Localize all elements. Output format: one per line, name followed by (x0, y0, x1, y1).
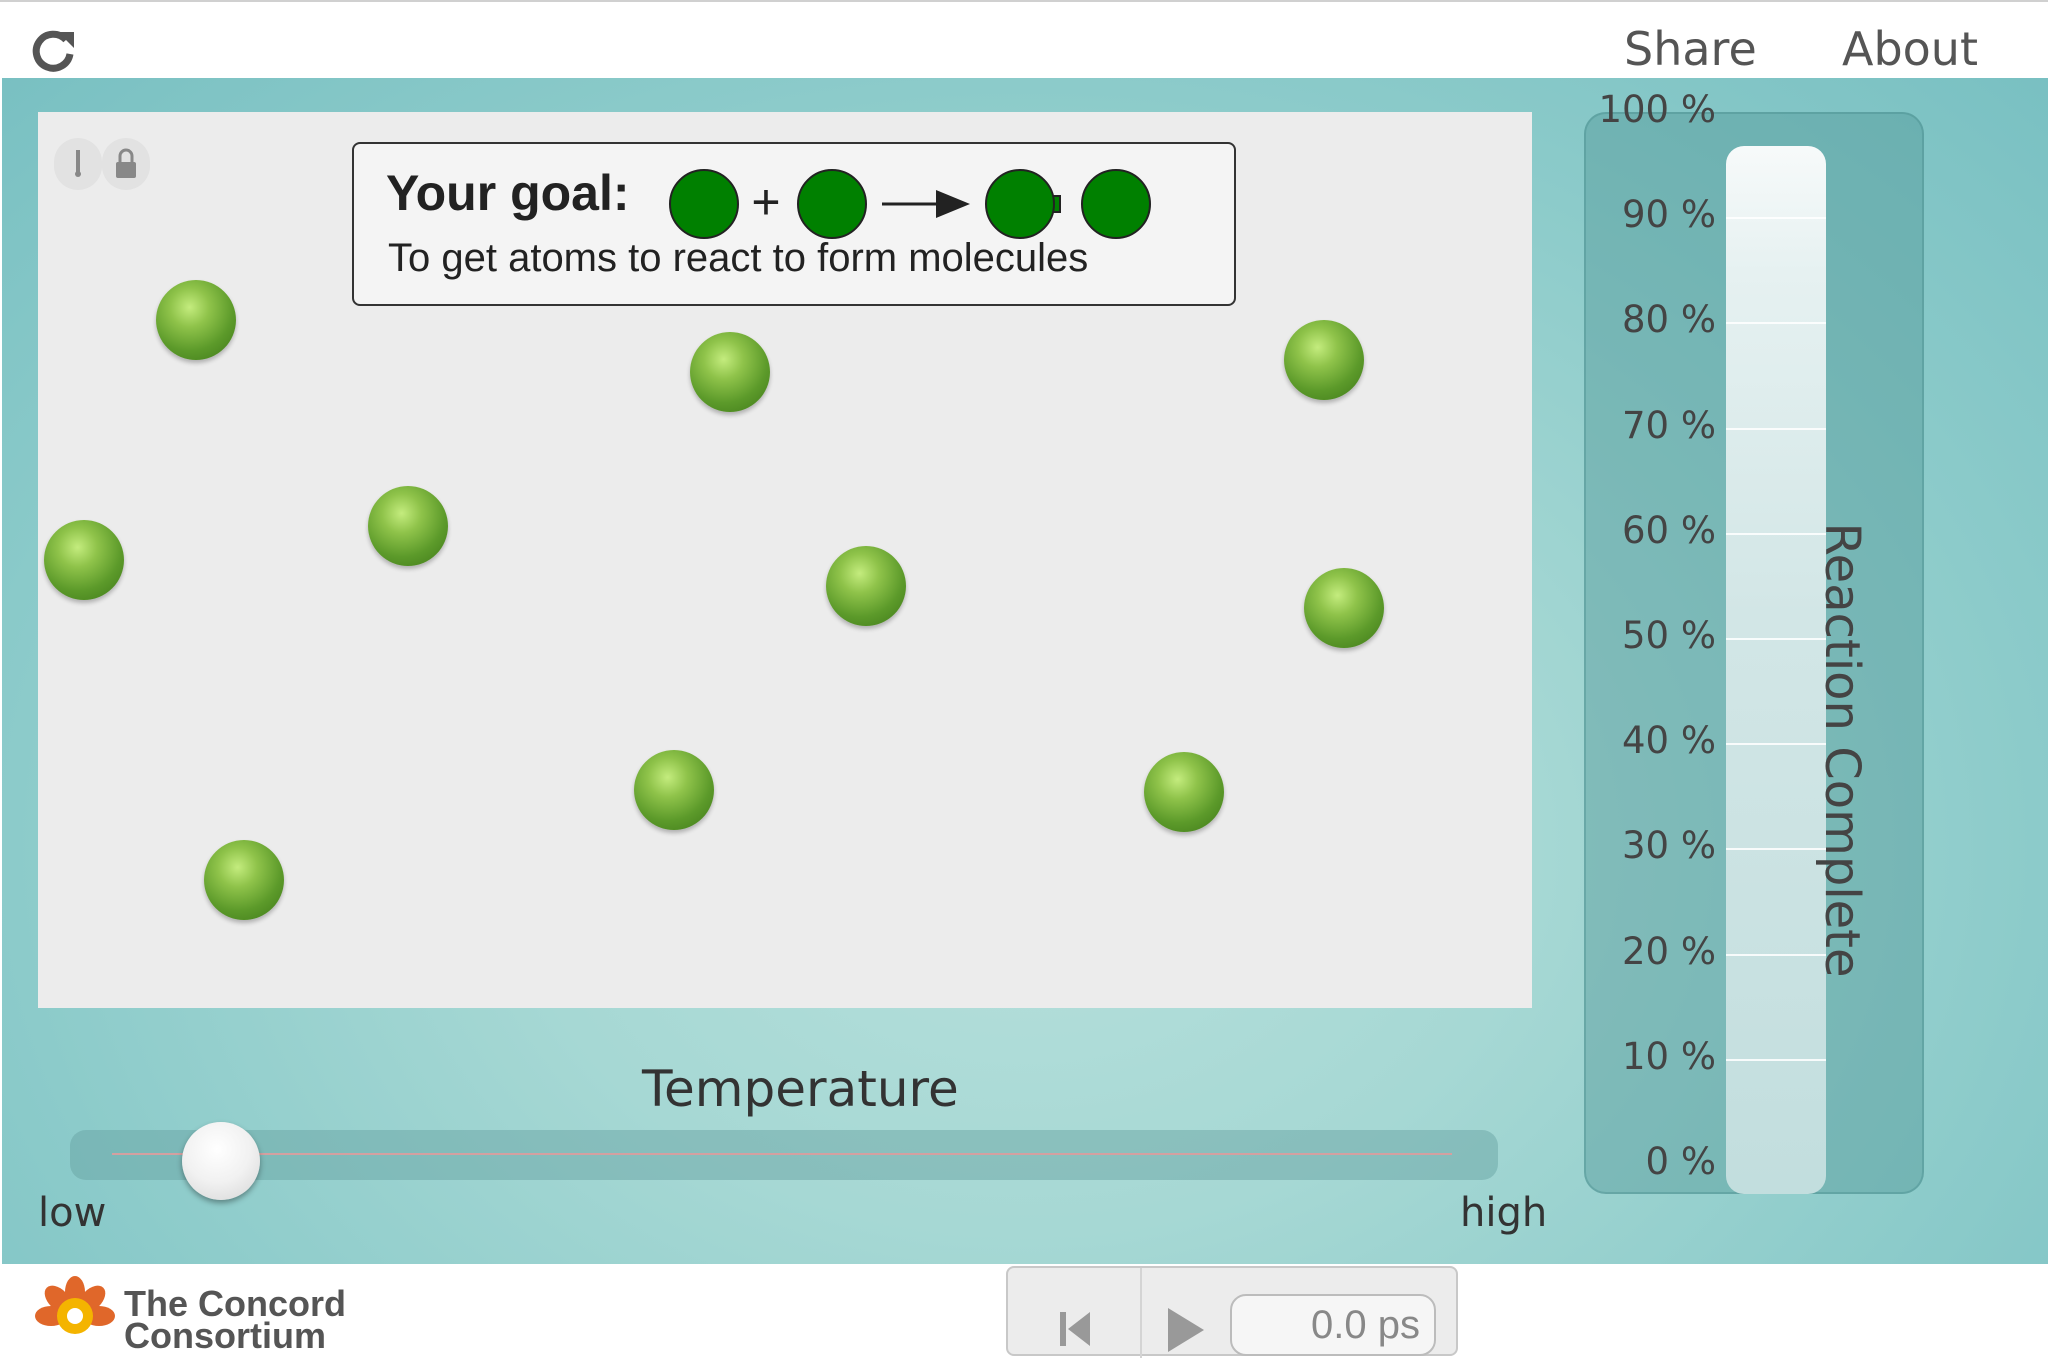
about-link[interactable]: About (1842, 22, 1978, 76)
atom[interactable] (690, 332, 770, 412)
goal-atom (797, 169, 867, 239)
temperature-slider-handle[interactable] (182, 1122, 260, 1200)
meter-tick-label: 30 % (1622, 824, 1716, 868)
goal-reaction-diagram: + (669, 169, 1151, 239)
reload-icon[interactable] (30, 26, 78, 74)
meter-tick-line (1726, 848, 1826, 851)
meter-tick-line (1726, 953, 1826, 956)
time-display: 0.0 ps (1230, 1294, 1436, 1356)
play-button[interactable] (1104, 1268, 1232, 1358)
meter-tick-line (1726, 322, 1826, 325)
reaction-meter-tube (1726, 146, 1826, 1194)
goal-atom (669, 169, 739, 239)
meter-tick-label: 70 % (1622, 403, 1716, 447)
temperature-label: Temperature (642, 1060, 959, 1118)
meter-tick-label: 0 % (1645, 1140, 1716, 1183)
reaction-meter-title: Reaction Complete (1814, 522, 1870, 978)
atom[interactable] (44, 520, 124, 600)
meter-tick-label: 40 % (1622, 719, 1716, 763)
meter-tick-line (1726, 638, 1826, 640)
temperature-low-label: low (38, 1190, 107, 1236)
meter-tick-line (1726, 217, 1826, 220)
lock-icon (116, 148, 136, 178)
atom[interactable] (204, 840, 284, 920)
meter-tick-label: 10 % (1622, 1034, 1716, 1078)
lock-button[interactable] (102, 138, 150, 190)
thermometer-button[interactable] (54, 138, 102, 190)
atom[interactable] (1304, 568, 1384, 648)
arrow-head (936, 190, 970, 218)
meter-tick-line (1726, 743, 1826, 746)
meter-tick-label: 50 % (1622, 614, 1716, 657)
goal-title: Your goal: (386, 165, 630, 221)
molecule-atom (1081, 169, 1151, 239)
meter-tick-line (1726, 532, 1826, 535)
molecule-atom (985, 169, 1055, 239)
meter-tick-label: 80 % (1622, 298, 1716, 342)
meter-tick-line (1726, 1058, 1826, 1061)
temperature-slider[interactable] (70, 1122, 1498, 1200)
concord-logo-text: The Concord Consortium (124, 1286, 346, 1356)
atom[interactable] (826, 546, 906, 626)
simulation-container: Your goal: + To get atoms to react to fo… (38, 112, 1532, 1008)
logo-line-2: Consortium (124, 1315, 326, 1356)
interactive-area: Your goal: + To get atoms to react to fo… (2, 78, 2048, 1264)
slider-line (112, 1153, 1452, 1155)
meter-tick-label: 60 % (1622, 508, 1716, 552)
top-bar: Share About (0, 0, 2048, 78)
meter-tick-label: 100 % (1598, 88, 1716, 131)
atom[interactable] (368, 486, 448, 566)
goal-description: To get atoms to react to form molecules (388, 236, 1089, 280)
reaction-meter: 100 % 90 % 80 % 70 % 60 % 50 % 40 % 30 % 20 % 10 … (1584, 88, 1924, 1194)
thermometer-icon (75, 150, 81, 177)
concord-logo-icon (35, 1276, 115, 1334)
meter-tick-label: 90 % (1622, 193, 1716, 237)
atom[interactable] (1284, 320, 1364, 400)
plus-sign: + (751, 174, 780, 230)
share-link[interactable]: Share (1624, 22, 1757, 76)
meter-tick-label: 20 % (1622, 929, 1716, 973)
play-icon (1168, 1308, 1204, 1352)
temperature-high-label: high (1460, 1190, 1548, 1236)
meter-tick-line (1726, 427, 1826, 430)
atom[interactable] (156, 280, 236, 360)
atom[interactable] (1144, 752, 1224, 832)
atom[interactable] (634, 750, 714, 830)
goal-box: Your goal: + To get atoms to react to fo… (352, 142, 1236, 306)
playback-controls: 0.0 ps (1006, 1266, 1458, 1358)
